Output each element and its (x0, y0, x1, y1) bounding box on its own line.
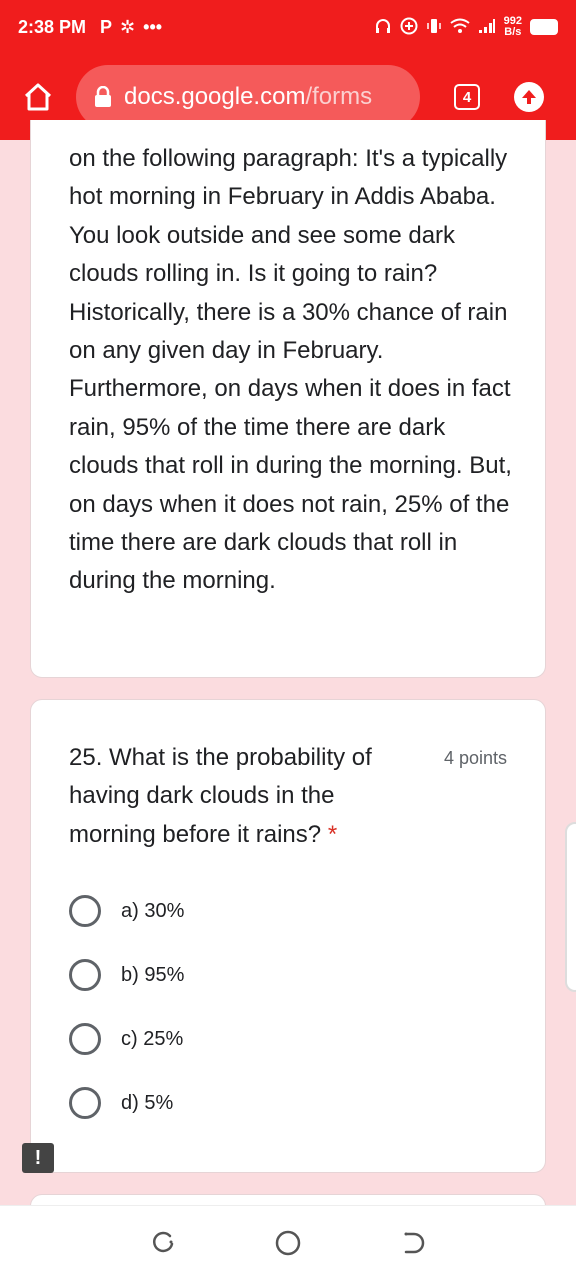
net-speed-unit: B/s (504, 26, 522, 38)
app-badge-icon: P (100, 16, 113, 37)
radio-button[interactable] (69, 1087, 101, 1119)
radio-button[interactable] (69, 1023, 101, 1055)
system-icons: 992 B/s (374, 16, 558, 38)
recents-button[interactable] (143, 1223, 183, 1263)
status-time: 2:38 PM (18, 16, 87, 37)
radio-button[interactable] (69, 895, 101, 927)
home-button[interactable] (18, 77, 58, 117)
option-label: b) 95% (121, 963, 185, 986)
circle-icon (275, 1230, 301, 1256)
option-c[interactable]: c) 25% (69, 1023, 183, 1055)
net-speed: 992 B/s (504, 16, 522, 38)
url-host: docs.google.com (124, 83, 306, 110)
option-label: d) 5% (121, 1091, 174, 1114)
vibrate-icon (426, 17, 442, 38)
feedback-icon[interactable]: ! (22, 1143, 54, 1173)
question-title: 25. What is the probability of having da… (69, 739, 409, 854)
wifi-icon (450, 18, 470, 37)
lock-icon (94, 86, 112, 108)
context-card: on the following paragraph: It's a typic… (30, 120, 546, 678)
required-marker: * (327, 820, 338, 848)
question-text: 25. What is the probability of having da… (69, 744, 372, 848)
context-paragraph: on the following paragraph: It's a typic… (69, 145, 512, 595)
battery-icon (530, 19, 558, 35)
home-nav-button[interactable] (268, 1223, 308, 1263)
back-icon (404, 1232, 425, 1254)
more-icon: ••• (143, 16, 163, 37)
navigation-bar (0, 1205, 576, 1280)
arrow-up-icon (522, 90, 536, 104)
tab-switcher-button[interactable]: 4 (454, 84, 480, 110)
radio-button[interactable] (69, 959, 101, 991)
question-points: 4 points (443, 748, 507, 768)
option-a[interactable]: a) 30% (69, 895, 184, 927)
gear-icon: ✲ (120, 16, 136, 37)
back-button[interactable] (393, 1223, 433, 1263)
status-bar: 2:38 PM P ✲ ••• 992 B/s (0, 0, 576, 54)
recents-icon (152, 1231, 173, 1253)
home-icon (24, 83, 52, 111)
signal-icon (478, 18, 496, 37)
option-d[interactable]: d) 5% (69, 1087, 173, 1119)
upload-button[interactable] (514, 82, 544, 112)
question-card: 25. What is the probability of having da… (30, 699, 546, 1173)
option-b[interactable]: b) 95% (69, 959, 184, 991)
edge-panel-handle[interactable] (565, 822, 576, 992)
option-label: c) 25% (121, 1027, 184, 1050)
notification-icons: P ✲ ••• (100, 17, 162, 38)
add-circle-icon (400, 17, 418, 38)
option-label: a) 30% (121, 899, 185, 922)
headphones-icon (374, 17, 392, 38)
url-path: /forms (305, 83, 373, 110)
